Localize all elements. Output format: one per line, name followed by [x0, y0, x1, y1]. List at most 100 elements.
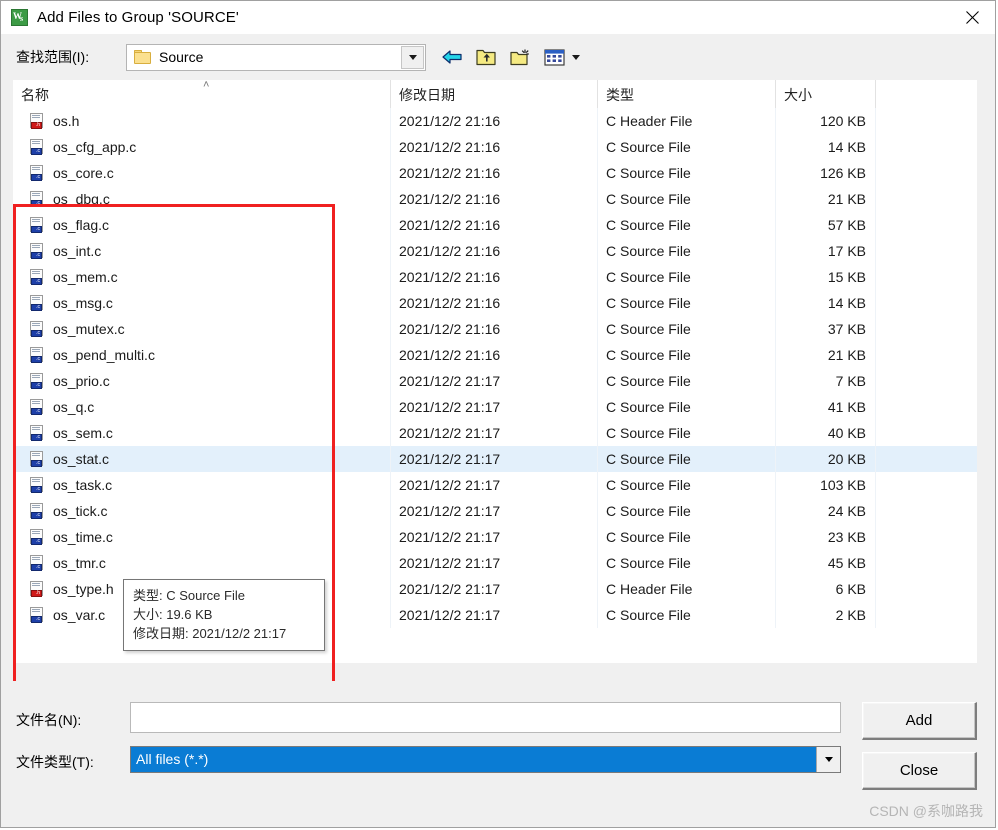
- cell-date: 2021/12/2 21:16: [391, 342, 598, 368]
- cell-filename[interactable]: .c os_dbg.c: [13, 186, 391, 212]
- table-row[interactable]: .c os_mutex.c 2021/12/2 21:16 C Source File…: [13, 316, 977, 342]
- table-row[interactable]: .c os_cfg_app.c 2021/12/2 21:16 C Source Fi…: [13, 134, 977, 160]
- table-row[interactable]: .c os_time.c 2021/12/2 21:17 C Source File 2…: [13, 524, 977, 550]
- look-in-dropdown-button[interactable]: [401, 45, 424, 69]
- file-list-panel: 名称 修改日期 类型 大小 ˄ .h os.h 2021/12/2 21:16 C H…: [13, 80, 977, 663]
- cell-date: 2021/12/2 21:16: [391, 290, 598, 316]
- table-row[interactable]: .c os_flag.c 2021/12/2 21:16 C Source File 5…: [13, 212, 977, 238]
- cell-size: 21 KB: [776, 186, 876, 212]
- cell-type: C Source File: [598, 342, 776, 368]
- filename-text: os_mem.c: [53, 269, 118, 285]
- filetype-combobox[interactable]: All files (*.*): [130, 746, 841, 773]
- column-header-date[interactable]: 修改日期: [391, 80, 598, 108]
- cell-size: 57 KB: [776, 212, 876, 238]
- views-chevron-down-icon[interactable]: [572, 54, 580, 60]
- cell-type: C Source File: [598, 498, 776, 524]
- cell-filename[interactable]: .c os_cfg_app.c: [13, 134, 391, 160]
- new-folder-button[interactable]: [506, 43, 534, 71]
- look-in-bar: 查找范围(I): Source: [1, 34, 995, 80]
- cell-date: 2021/12/2 21:17: [391, 394, 598, 420]
- column-header-name[interactable]: 名称: [13, 80, 391, 108]
- cell-type: C Header File: [598, 108, 776, 134]
- cell-size: 17 KB: [776, 238, 876, 264]
- up-one-level-button[interactable]: [472, 43, 500, 71]
- cell-type: C Source File: [598, 550, 776, 576]
- watermark: CSDN @系咖路我: [869, 803, 983, 819]
- cell-filename[interactable]: .c os_time.c: [13, 524, 391, 550]
- navigation-toolbar: [438, 43, 584, 71]
- filename-text: os.h: [53, 113, 80, 129]
- column-header-type[interactable]: 类型: [598, 80, 776, 108]
- cell-extra: [876, 264, 975, 290]
- cell-type: C Source File: [598, 602, 776, 628]
- cell-extra: [876, 368, 975, 394]
- table-row[interactable]: .c os_tick.c 2021/12/2 21:17 C Source File 2…: [13, 498, 977, 524]
- cell-filename[interactable]: .c os_stat.c: [13, 446, 391, 472]
- cell-extra: [876, 134, 975, 160]
- cell-date: 2021/12/2 21:17: [391, 576, 598, 602]
- look-in-combobox[interactable]: Source: [126, 43, 426, 71]
- cell-filename[interactable]: .c os_pend_multi.c: [13, 342, 391, 368]
- column-header-extra[interactable]: [876, 80, 975, 108]
- look-in-label: 查找范围(I):: [16, 49, 90, 65]
- table-row[interactable]: .c os_stat.c 2021/12/2 21:17 C Source File 2…: [13, 446, 977, 472]
- cell-filename[interactable]: .h os.h: [13, 108, 391, 134]
- cell-filename[interactable]: .c os_sem.c: [13, 420, 391, 446]
- table-row[interactable]: .c os_mem.c 2021/12/2 21:16 C Source File 15…: [13, 264, 977, 290]
- table-row[interactable]: .c os_core.c 2021/12/2 21:16 C Source File 1…: [13, 160, 977, 186]
- c-source-file-icon: .c: [30, 503, 45, 519]
- c-source-file-icon: .c: [30, 451, 45, 467]
- cell-filename[interactable]: .c os_msg.c: [13, 290, 391, 316]
- file-rows: .h os.h 2021/12/2 21:16 C Header File 120 KB…: [13, 108, 977, 628]
- table-row[interactable]: .c os_prio.c 2021/12/2 21:17 C Source File 7…: [13, 368, 977, 394]
- cell-type: C Source File: [598, 368, 776, 394]
- cell-filename[interactable]: .c os_tick.c: [13, 498, 391, 524]
- cell-filename[interactable]: .c os_task.c: [13, 472, 391, 498]
- table-row[interactable]: .c os_tmr.c 2021/12/2 21:17 C Source File 45…: [13, 550, 977, 576]
- cell-date: 2021/12/2 21:17: [391, 472, 598, 498]
- cell-size: 126 KB: [776, 160, 876, 186]
- tooltip-size-line: 大小: 19.6 KB: [133, 607, 213, 622]
- filename-input[interactable]: [130, 702, 841, 733]
- cell-filename[interactable]: .c os_tmr.c: [13, 550, 391, 576]
- filetype-dropdown-button[interactable]: [816, 747, 840, 772]
- cell-type: C Source File: [598, 524, 776, 550]
- cell-filename[interactable]: .c os_prio.c: [13, 368, 391, 394]
- table-row[interactable]: .c os_pend_multi.c 2021/12/2 21:16 C Source…: [13, 342, 977, 368]
- table-row[interactable]: .c os_msg.c 2021/12/2 21:16 C Source File 14…: [13, 290, 977, 316]
- filename-text: os_tmr.c: [53, 555, 106, 571]
- folder-icon: [134, 50, 151, 64]
- cell-date: 2021/12/2 21:17: [391, 498, 598, 524]
- filename-text: os_prio.c: [53, 373, 110, 389]
- filename-text: os_time.c: [53, 529, 113, 545]
- c-header-file-icon: .h: [30, 581, 45, 597]
- table-row[interactable]: .c os_q.c 2021/12/2 21:17 C Source File 41 K…: [13, 394, 977, 420]
- cell-filename[interactable]: .c os_core.c: [13, 160, 391, 186]
- table-row[interactable]: .c os_sem.c 2021/12/2 21:17 C Source File 40…: [13, 420, 977, 446]
- cell-size: 24 KB: [776, 498, 876, 524]
- cell-size: 6 KB: [776, 576, 876, 602]
- table-row[interactable]: .c os_dbg.c 2021/12/2 21:16 C Source File 21…: [13, 186, 977, 212]
- c-source-file-icon: .c: [30, 217, 45, 233]
- look-in-value: Source: [159, 49, 204, 65]
- table-row[interactable]: .h os.h 2021/12/2 21:16 C Header File 120 KB: [13, 108, 977, 134]
- back-button[interactable]: [438, 43, 466, 71]
- close-button[interactable]: Close: [862, 752, 977, 790]
- cell-type: C Source File: [598, 134, 776, 160]
- cell-type: C Source File: [598, 290, 776, 316]
- c-source-file-icon: .c: [30, 295, 45, 311]
- table-row[interactable]: .c os_int.c 2021/12/2 21:16 C Source File 17…: [13, 238, 977, 264]
- cell-filename[interactable]: .c os_mem.c: [13, 264, 391, 290]
- cell-filename[interactable]: .c os_int.c: [13, 238, 391, 264]
- add-button[interactable]: Add: [862, 702, 977, 740]
- filename-text: os_msg.c: [53, 295, 113, 311]
- table-row[interactable]: .c os_task.c 2021/12/2 21:17 C Source File 1…: [13, 472, 977, 498]
- cell-type: C Source File: [598, 472, 776, 498]
- window-close-button[interactable]: [949, 1, 995, 33]
- views-button[interactable]: [540, 43, 584, 71]
- column-header-size[interactable]: 大小: [776, 80, 876, 108]
- cell-filename[interactable]: .c os_mutex.c: [13, 316, 391, 342]
- cell-date: 2021/12/2 21:17: [391, 368, 598, 394]
- cell-filename[interactable]: .c os_flag.c: [13, 212, 391, 238]
- cell-filename[interactable]: .c os_q.c: [13, 394, 391, 420]
